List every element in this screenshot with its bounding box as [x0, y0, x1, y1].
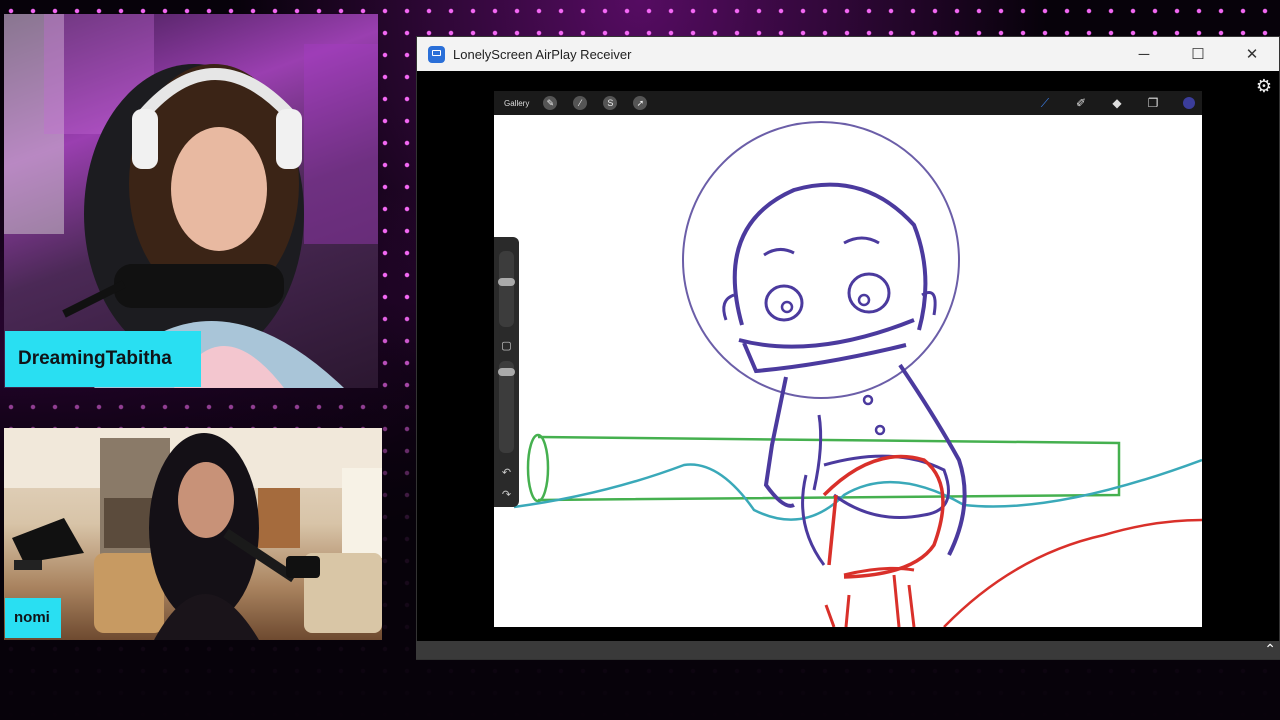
window-controls: ─ ☐ ✕: [1117, 37, 1279, 71]
airplay-screen-icon: [428, 45, 445, 63]
undo-icon[interactable]: ↶: [500, 466, 513, 479]
brush-size-slider[interactable]: [498, 251, 515, 327]
settings-gear-icon[interactable]: ⚙: [1254, 76, 1274, 96]
sketch-drawing: [513, 121, 1202, 627]
selection-icon[interactable]: S: [603, 96, 618, 110]
opacity-slider[interactable]: [498, 361, 515, 453]
smudge-icon[interactable]: ✐: [1074, 96, 1088, 110]
minimize-button[interactable]: ─: [1117, 37, 1171, 71]
layers-icon[interactable]: ❐: [1146, 96, 1160, 110]
guest-nameplate: nomi: [5, 598, 61, 638]
wrench-icon[interactable]: ✎: [543, 96, 558, 110]
transform-icon[interactable]: ➚: [633, 96, 648, 110]
chevron-up-icon[interactable]: ⌃: [1264, 641, 1276, 658]
close-button[interactable]: ✕: [1225, 37, 1279, 71]
window-bottom-strip: ⌃: [416, 641, 1280, 659]
color-swatch-icon[interactable]: [1182, 96, 1196, 110]
drawing-canvas[interactable]: [494, 115, 1202, 627]
gallery-button[interactable]: Gallery: [504, 99, 529, 108]
eraser-icon[interactable]: ◆: [1110, 96, 1124, 110]
host-nameplate: DreamingTabitha: [5, 331, 201, 387]
magic-wand-icon[interactable]: ⁄: [573, 96, 588, 110]
modify-button-icon[interactable]: ▢: [500, 339, 513, 352]
window-titlebar[interactable]: LonelyScreen AirPlay Receiver ─ ☐ ✕: [417, 37, 1279, 71]
window-title: LonelyScreen AirPlay Receiver: [453, 46, 632, 62]
brush-icon[interactable]: ⟋: [1038, 96, 1052, 110]
maximize-button[interactable]: ☐: [1171, 37, 1225, 71]
opacity-knob[interactable]: [498, 368, 515, 376]
procreate-toolbar: Gallery ✎ ⁄ S ➚ ⟋ ✐ ◆ ❐: [494, 91, 1202, 115]
active-color-swatch: [1183, 97, 1195, 109]
procreate-sidebar: ▢ ↶ ↷: [494, 237, 519, 507]
brush-size-knob[interactable]: [498, 278, 515, 286]
redo-icon[interactable]: ↷: [500, 488, 513, 501]
